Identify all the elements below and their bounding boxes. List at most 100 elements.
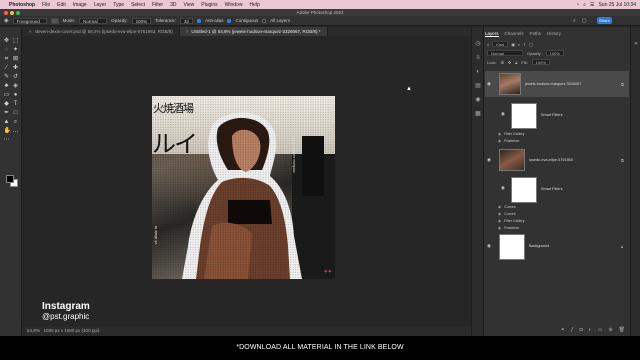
visibility-eye-icon[interactable]: ◉ — [487, 157, 491, 163]
smart-filters-row[interactable]: ◉ Smart Filters — [485, 175, 629, 203]
workspace-icon[interactable]: ▢ — [582, 18, 587, 24]
wifi-icon[interactable]: ◔ — [576, 2, 579, 8]
close-tab-icon[interactable]: × — [29, 29, 32, 34]
dodge-tool-icon[interactable]: ● — [13, 92, 19, 98]
visibility-eye-icon[interactable]: ◉ — [498, 205, 501, 209]
menubar-datetime[interactable]: Sun 25 Jul 10:34 — [598, 2, 636, 8]
tolerance-input[interactable]: 32 — [179, 17, 193, 24]
menu-window[interactable]: Window — [225, 2, 243, 8]
path-select-tool-icon[interactable]: ▲ — [4, 119, 10, 125]
layer-kind-select[interactable]: Kind — [492, 41, 509, 47]
eyedropper-tool-icon[interactable]: ⁄ — [4, 65, 10, 71]
libraries-panel-icon[interactable]: ▤ — [475, 83, 481, 89]
new-adjustment-icon[interactable]: ◐ — [589, 327, 592, 335]
blur-tool-icon[interactable]: ◆ — [4, 101, 10, 107]
antialias-checkbox[interactable] — [196, 18, 201, 23]
filter-shape-icon[interactable]: ▢ — [529, 42, 533, 47]
color-panel-icon[interactable]: ◉ — [475, 97, 481, 103]
more-tools-icon[interactable]: ⋯ — [4, 137, 10, 143]
filter-item[interactable]: ◉ Posterize — [498, 226, 519, 230]
lock-icon[interactable]: ⊞ — [501, 60, 504, 65]
visibility-eye-icon[interactable]: ◉ — [498, 212, 501, 216]
move-tool-icon[interactable]: ✥ — [4, 38, 10, 44]
paint-bucket-icon[interactable]: ◈ — [4, 17, 9, 24]
stamp-tool-icon[interactable]: ♣ — [4, 83, 10, 89]
smart-filters-row[interactable]: ◉ Smart Filters — [485, 101, 629, 129]
menu-view[interactable]: View — [184, 2, 195, 8]
doc-tab-untitled[interactable]: × Untitled-1 @ 54,9% (jeweis-hudson-marqu… — [179, 27, 328, 36]
history-brush-tool-icon[interactable]: ↺ — [13, 74, 19, 80]
menu-plugins[interactable]: Plugins — [201, 2, 217, 8]
layer-name[interactable]: jewels-hudson-marquez-3326067 — [525, 82, 581, 86]
layer-opacity-input[interactable]: 100% — [545, 50, 564, 56]
menu-type[interactable]: Type — [113, 2, 124, 8]
delete-layer-icon[interactable]: 🗑︎ — [619, 327, 625, 335]
menu-layer[interactable]: Layer — [94, 2, 107, 8]
foreground-color-swatch[interactable] — [6, 175, 14, 183]
lock-icon[interactable]: 🔒︎ — [621, 244, 623, 249]
filter-type-icon[interactable]: T — [523, 42, 525, 47]
layer-row[interactable]: ◉ ipsedo-eva-elipe-5761963 ⧉ — [485, 147, 629, 173]
panel-collapse-icon[interactable]: » — [633, 41, 639, 47]
layer-name[interactable]: Background — [529, 244, 549, 248]
eraser-tool-icon[interactable]: ▭ — [4, 92, 10, 98]
link-layers-icon[interactable]: ⚭ — [561, 327, 565, 335]
contiguous-checkbox[interactable] — [227, 18, 232, 23]
layer-row[interactable]: ◉ jewels-hudson-marquez-3326067 ⧉ — [485, 71, 629, 97]
filter-item[interactable]: ◉ Curves — [498, 205, 516, 209]
history-panel-icon[interactable]: ◷ — [475, 41, 481, 47]
crop-tool-icon[interactable]: ⌗ — [4, 56, 10, 62]
document-artwork[interactable]: 火焼酒場 ルイ jewels hudson marquez v4 d0ulz f… — [152, 96, 335, 279]
visibility-eye-icon[interactable]: ◉ — [498, 219, 501, 223]
frame-tool-icon[interactable]: ⊠ — [13, 56, 19, 62]
menu-3d[interactable]: 3D — [170, 2, 176, 8]
new-layer-icon[interactable]: ⊕ — [608, 327, 612, 335]
marquee-tool-icon[interactable]: ⬚ — [13, 38, 19, 44]
filter-item[interactable]: ◉ Filter Gallery — [498, 132, 525, 136]
menu-image[interactable]: Image — [73, 2, 87, 8]
fill-source-select[interactable]: Foreground — [12, 17, 47, 24]
paint-bucket-tool-icon[interactable]: ◈ — [13, 83, 19, 89]
layer-row[interactable]: ◉ Background 🔒︎ — [485, 232, 629, 260]
filter-item[interactable]: ◉ Curves — [498, 212, 516, 216]
tab-history[interactable]: History — [547, 31, 561, 37]
pen-tool-icon[interactable]: ✒ — [4, 110, 10, 116]
quick-select-tool-icon[interactable]: ✦ — [13, 47, 19, 53]
layer-name[interactable]: ipsedo-eva-elipe-5761963 — [529, 158, 573, 162]
blend-mode-select[interactable]: Normal — [487, 50, 523, 56]
pattern-swatch[interactable] — [50, 17, 59, 24]
visibility-eye-icon[interactable]: ◉ — [501, 111, 505, 117]
adjustments-panel-icon[interactable]: ◐ — [475, 69, 481, 75]
mode-select[interactable]: Normal — [79, 17, 108, 24]
swatches-panel-icon[interactable]: ▦ — [475, 111, 481, 117]
properties-panel-icon[interactable]: ≡ — [475, 55, 481, 61]
visibility-eye-icon[interactable]: ◉ — [498, 139, 501, 143]
filter-pixel-icon[interactable]: ▣ — [511, 42, 515, 47]
visibility-eye-icon[interactable]: ◉ — [501, 185, 505, 191]
tab-channels[interactable]: Channels — [505, 31, 524, 37]
menu-filter[interactable]: Filter — [152, 2, 163, 8]
menu-edit[interactable]: Edit — [57, 2, 66, 8]
doc-tab-steven[interactable]: × steven-dexis-cover.psd @ 58,4% (ipsedo-… — [23, 27, 180, 36]
tab-layers[interactable]: Layers — [485, 31, 499, 37]
zoom-tool-icon[interactable]: ⌕ — [13, 119, 19, 125]
menu-help[interactable]: Help — [249, 2, 259, 8]
new-group-icon[interactable]: ▭ — [598, 327, 603, 335]
lock-all-icon[interactable]: 🔒︎ — [515, 60, 517, 65]
type-tool-icon[interactable]: T — [13, 101, 19, 107]
lock-position-icon[interactable]: ✥ — [508, 60, 511, 65]
control-center-icon[interactable]: ☰ — [590, 2, 594, 8]
search-icon[interactable]: ⌕ — [573, 18, 576, 24]
tab-paths[interactable]: Paths — [530, 31, 542, 37]
fx-icon[interactable]: ƒ — [571, 327, 574, 335]
rectangle-tool-icon[interactable]: □ — [13, 110, 19, 116]
add-mask-icon[interactable]: ◘ — [580, 327, 583, 335]
visibility-eye-icon[interactable]: ◉ — [498, 132, 501, 136]
edit-toolbar-icon[interactable]: … — [13, 128, 19, 134]
filter-adjustment-icon[interactable]: ◐ — [518, 42, 520, 47]
filter-item[interactable]: ◉ Posterize — [498, 139, 519, 143]
menu-app-name[interactable]: Photoshop — [9, 2, 35, 8]
visibility-eye-icon[interactable]: ◉ — [487, 243, 491, 249]
healing-tool-icon[interactable]: ✚ — [13, 65, 19, 71]
search-icon[interactable]: ⌕ — [583, 2, 586, 8]
